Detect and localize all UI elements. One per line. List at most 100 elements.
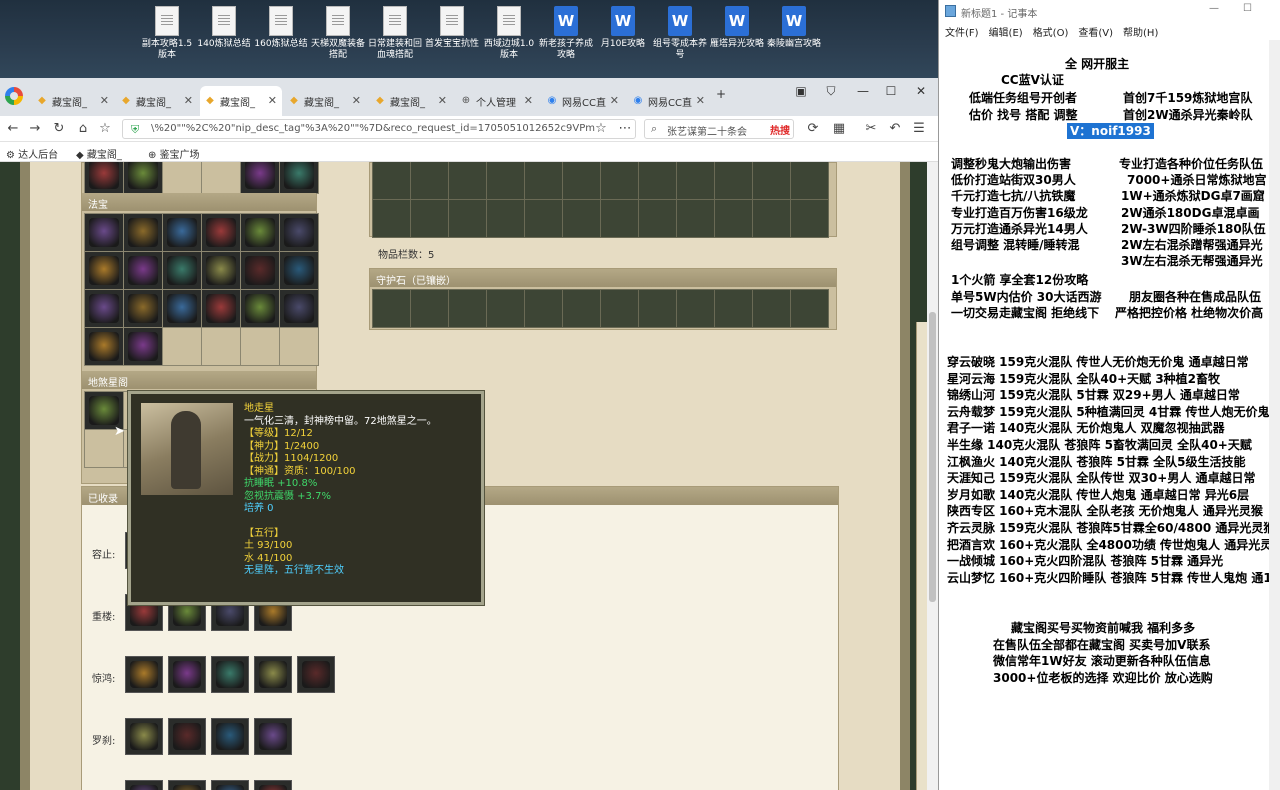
item-slot[interactable] [211, 656, 249, 693]
item-slot[interactable] [202, 252, 240, 289]
notepad-menu-item[interactable]: 帮助(H) [1123, 28, 1158, 39]
item-slot[interactable] [124, 252, 162, 289]
item-slot[interactable] [125, 656, 163, 693]
bag-slot[interactable] [601, 162, 638, 199]
desktop-file-icon[interactable]: W 组号零成本养号 [651, 6, 709, 72]
item-slot[interactable] [85, 290, 123, 327]
sync-icon[interactable]: ⟳ [804, 120, 822, 138]
item-slot[interactable] [85, 328, 123, 365]
notepad-menu-item[interactable]: 查看(V) [1078, 28, 1113, 39]
empty-slot[interactable] [241, 328, 279, 365]
tab-close-icon[interactable]: ✕ [184, 94, 193, 107]
bag-slot[interactable] [753, 162, 790, 199]
browser-tab[interactable]: ◆ 藏宝阁_ ✕ [370, 86, 452, 116]
reload-icon[interactable]: ↻ [50, 120, 68, 138]
maximize-icon[interactable]: ☐ [880, 84, 902, 98]
item-slot[interactable] [297, 656, 335, 693]
item-slot[interactable] [254, 656, 292, 693]
item-slot[interactable] [241, 252, 279, 289]
notepad-menu-item[interactable]: 编辑(E) [989, 28, 1023, 39]
desktop-file-icon[interactable]: 天梯双魔装备搭配 [309, 6, 367, 72]
item-slot[interactable] [124, 162, 162, 193]
browser-tab[interactable]: ◆ 藏宝阁_ ✕ [116, 86, 198, 116]
stone-slot[interactable] [601, 290, 638, 327]
desktop-file-icon[interactable]: W 秦陵幽宫攻略 [765, 6, 823, 72]
tab-close-icon[interactable]: ✕ [610, 94, 619, 107]
tab-close-icon[interactable]: ✕ [352, 94, 361, 107]
item-slot[interactable] [280, 162, 318, 193]
bag-slot[interactable] [715, 200, 752, 237]
tab-close-icon[interactable]: ✕ [268, 94, 277, 107]
address-bar[interactable]: ⛨ \%20""%2C%20"nip_desc_tag"%3A%20""%7D&… [122, 119, 636, 139]
bag-slot[interactable] [449, 200, 486, 237]
shirt-icon[interactable]: ⛉ [820, 84, 842, 99]
extension-icon[interactable]: ▣ [790, 84, 812, 98]
item-slot[interactable] [163, 252, 201, 289]
bag-slot[interactable] [715, 162, 752, 199]
bookmark-item[interactable]: ◆ 藏宝阁_ [76, 146, 122, 161]
bag-slot[interactable] [753, 200, 790, 237]
stone-slot[interactable] [525, 290, 562, 327]
notepad-menu-item[interactable]: 格式(O) [1033, 28, 1069, 39]
bag-slot[interactable] [449, 162, 486, 199]
notepad-scrollbar[interactable] [1269, 40, 1280, 790]
bag-slot[interactable] [373, 162, 410, 199]
desktop-file-icon[interactable]: W 雁塔异光攻略 [708, 6, 766, 72]
item-slot[interactable] [241, 214, 279, 251]
scissors-icon[interactable]: ✂ [862, 120, 880, 138]
bag-slot[interactable] [411, 200, 448, 237]
desktop-file-icon[interactable]: W 月10E攻略 [594, 6, 652, 72]
notepad-text[interactable]: 全 网开服主 CC蓝V认证 低端任务组号开创者 首创7千159炼狱地宫队 估价 找号 搭… [939, 50, 1280, 790]
item-slot[interactable] [280, 214, 318, 251]
home-icon[interactable]: ⌂ [74, 120, 92, 138]
minimize-icon[interactable]: — [852, 84, 874, 98]
bag-slot[interactable] [525, 200, 562, 237]
browser-tab[interactable]: ◉ 网易CC直 ✕ [542, 86, 624, 116]
page-scrollbar[interactable] [927, 162, 938, 790]
empty-slot[interactable] [163, 162, 201, 193]
bag-slot[interactable] [677, 200, 714, 237]
item-slot[interactable] [85, 162, 123, 193]
forward-icon[interactable]: → [26, 120, 44, 138]
menu-icon[interactable]: ☰ [910, 120, 928, 138]
item-slot[interactable] [125, 780, 163, 790]
stone-slot[interactable] [639, 290, 676, 327]
stone-slot[interactable] [373, 290, 410, 327]
empty-slot[interactable] [163, 328, 201, 365]
item-slot[interactable] [163, 214, 201, 251]
search-box[interactable]: ⌕ 张艺谋第二十条会 热搜 [644, 119, 794, 139]
desktop-file-icon[interactable]: 160炼狱总结 [252, 6, 310, 72]
item-slot[interactable] [168, 718, 206, 755]
desktop-file-icon[interactable]: 首发宝宝抗性 [423, 6, 481, 72]
item-slot[interactable] [241, 162, 279, 193]
browser-tab[interactable]: ◆ 藏宝阁_ ✕ [32, 86, 114, 116]
stone-slot[interactable] [677, 290, 714, 327]
item-slot[interactable] [125, 718, 163, 755]
item-slot[interactable] [124, 328, 162, 365]
bag-slot[interactable] [639, 162, 676, 199]
bag-slot[interactable] [563, 162, 600, 199]
item-slot[interactable] [168, 780, 206, 790]
empty-slot[interactable] [202, 162, 240, 193]
tab-close-icon[interactable]: ✕ [438, 94, 447, 107]
item-slot[interactable] [124, 290, 162, 327]
more-dots-icon[interactable]: ⋯ [616, 120, 634, 138]
desktop-file-icon[interactable]: 副本攻略1.5版本 [138, 6, 196, 72]
bag-slot[interactable] [677, 162, 714, 199]
tab-close-icon[interactable]: ✕ [100, 94, 109, 107]
browser-tab[interactable]: ◆ 藏宝阁_ ✕ [200, 86, 282, 116]
bag-slot[interactable] [487, 162, 524, 199]
item-slot[interactable] [202, 290, 240, 327]
item-slot[interactable] [280, 290, 318, 327]
desktop-file-icon[interactable]: W 新老孩子养成攻略 [537, 6, 595, 72]
bookmark-star-icon[interactable]: ☆ [592, 120, 610, 138]
bag-slot[interactable] [487, 200, 524, 237]
notepad-menu-item[interactable]: 文件(F) [945, 28, 979, 39]
browser-tab[interactable]: ◉ 网易CC直 ✕ [628, 86, 710, 116]
stone-slot[interactable] [753, 290, 790, 327]
stone-slot[interactable] [563, 290, 600, 327]
bag-slot[interactable] [639, 200, 676, 237]
item-slot[interactable] [254, 780, 292, 790]
item-slot[interactable] [85, 252, 123, 289]
empty-slot[interactable] [202, 328, 240, 365]
